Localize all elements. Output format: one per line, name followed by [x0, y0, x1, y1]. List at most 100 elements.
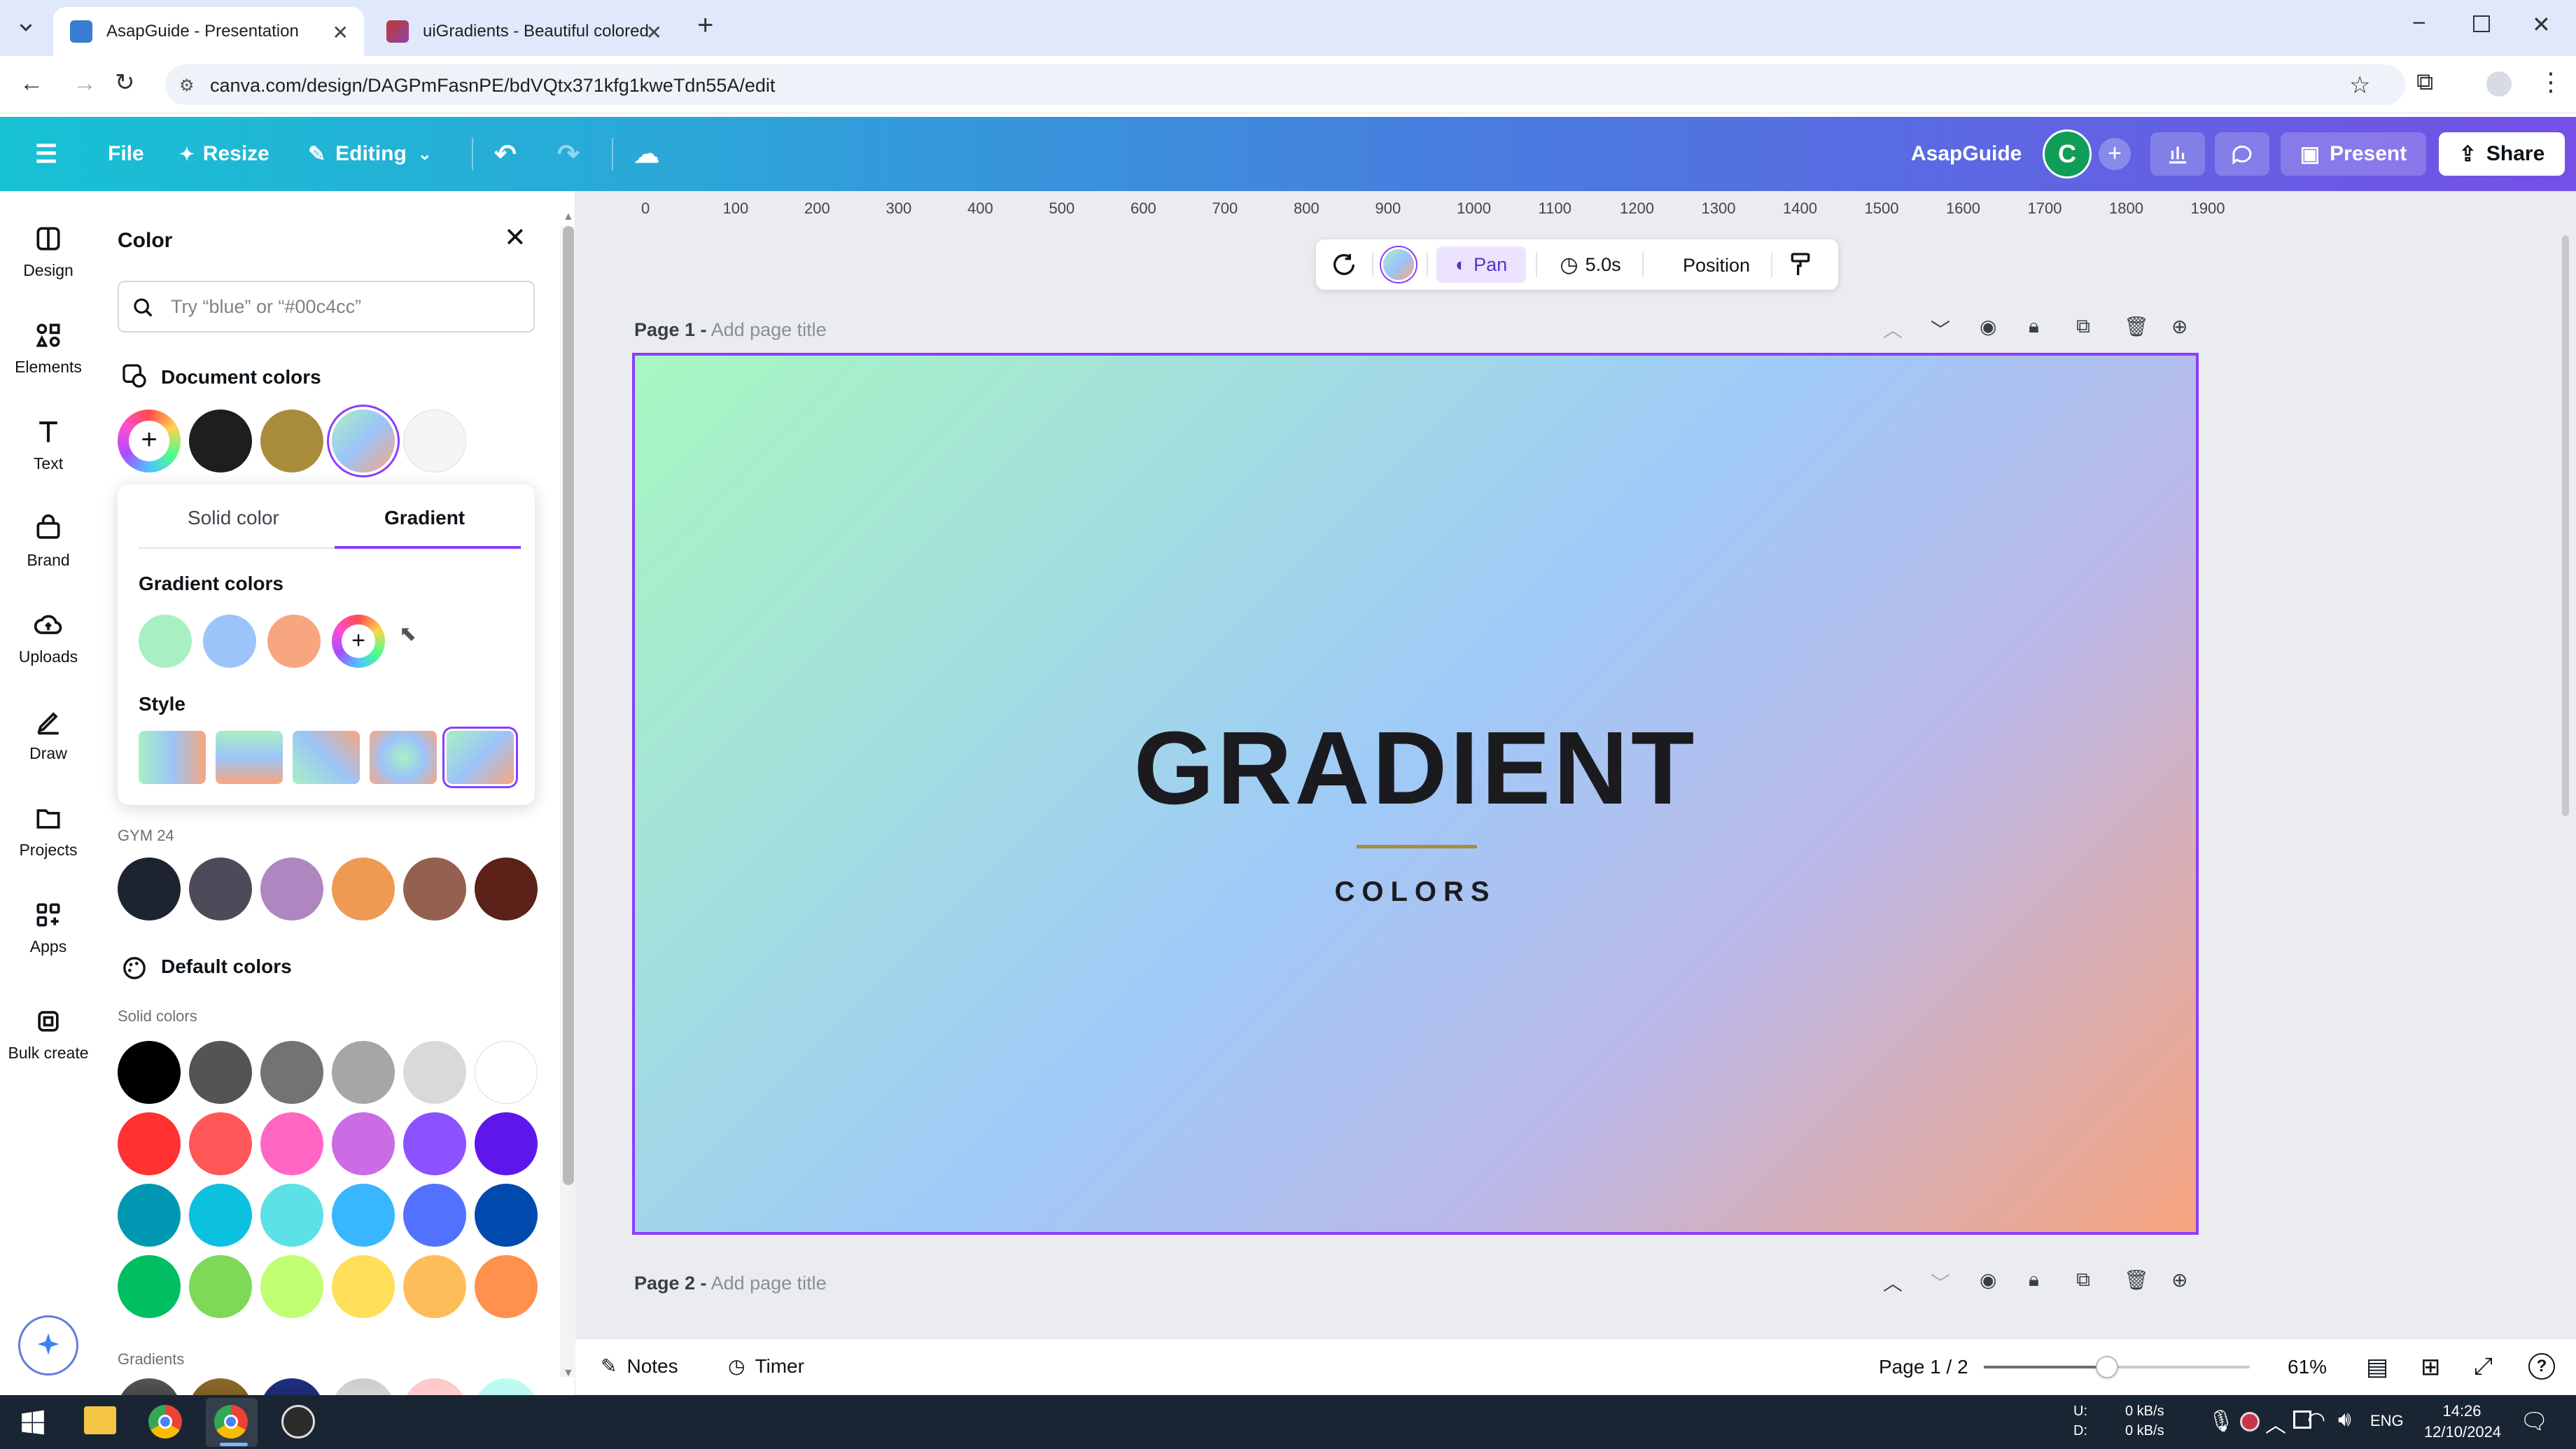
- gym-color-swatch[interactable]: [118, 858, 181, 920]
- sidebar-item-uploads[interactable]: Uploads: [0, 598, 97, 690]
- sidebar-item-text[interactable]: Text: [0, 405, 97, 496]
- back-icon[interactable]: ←: [20, 70, 43, 97]
- comments-button[interactable]: [2215, 132, 2269, 176]
- present-button[interactable]: ▣ Present: [2281, 132, 2426, 176]
- duplicate-page-icon[interactable]: ⧉: [2076, 315, 2090, 338]
- scroll-down-icon[interactable]: ▼: [563, 1367, 574, 1380]
- help-icon[interactable]: ?: [2528, 1353, 2555, 1380]
- gradient-stop-swatch[interactable]: [139, 615, 192, 668]
- gradient-swatch[interactable]: [475, 1378, 535, 1395]
- timer-button[interactable]: ◷ Timer: [728, 1354, 804, 1378]
- lock-page-icon[interactable]: 🔒︎: [2029, 315, 2039, 338]
- solid-color-swatch[interactable]: [475, 1184, 538, 1247]
- duration-button[interactable]: ◷ 5.0s: [1547, 246, 1634, 283]
- page-title-input[interactable]: Add page title: [711, 1273, 827, 1294]
- browser-tab[interactable]: uiGradients - Beautiful colored ✕: [370, 7, 678, 56]
- add-page-icon[interactable]: ⊕: [2171, 1268, 2188, 1292]
- add-color-button[interactable]: +: [118, 410, 181, 472]
- notifications-icon[interactable]: 🗨︎: [2520, 1408, 2549, 1434]
- wifi-icon[interactable]: ◠: [2307, 1408, 2325, 1432]
- solid-color-swatch[interactable]: [189, 1255, 252, 1318]
- gradient-swatch[interactable]: [403, 1378, 466, 1395]
- slide-page-1[interactable]: GRADIENT COLORS: [632, 353, 2199, 1235]
- solid-color-swatch[interactable]: [332, 1112, 395, 1175]
- copy-style-paint-roller-icon[interactable]: [1786, 251, 1814, 279]
- slide-title[interactable]: GRADIENT: [635, 709, 2196, 828]
- solid-color-swatch[interactable]: [403, 1041, 466, 1104]
- restore-icon[interactable]: [2473, 15, 2490, 32]
- color-search-input[interactable]: Try “blue” or “#00c4cc”: [118, 281, 535, 332]
- file-menu-button[interactable]: File: [108, 117, 144, 191]
- gradient-stop-swatch[interactable]: [267, 615, 321, 668]
- clock-time[interactable]: 14:26: [2423, 1402, 2500, 1420]
- gym-color-swatch[interactable]: [403, 858, 466, 920]
- close-tab-icon[interactable]: ✕: [332, 21, 349, 44]
- solid-color-swatch[interactable]: [118, 1041, 181, 1104]
- move-page-up-icon[interactable]: ︿: [1883, 1268, 1903, 1296]
- microphone-icon[interactable]: 🎙︎: [2208, 1409, 2234, 1434]
- delete-page-icon[interactable]: 🗑︎: [2124, 1268, 2149, 1292]
- undo-icon[interactable]: ↶: [494, 117, 517, 191]
- solid-color-swatch[interactable]: [260, 1041, 323, 1104]
- fullscreen-icon[interactable]: ⤢: [2474, 1353, 2493, 1380]
- move-page-down-icon[interactable]: ﹀: [1931, 315, 1950, 343]
- gradient-swatch[interactable]: [332, 1378, 395, 1395]
- team-name[interactable]: AsapGuide: [1911, 117, 2022, 191]
- solid-color-swatch[interactable]: [189, 1112, 252, 1175]
- address-bar[interactable]: ⚙ canva.com/design/DAGPmFasnPE/bdVQtx371…: [165, 64, 2405, 105]
- file-explorer-icon[interactable]: [84, 1406, 116, 1434]
- gym-color-swatch[interactable]: [475, 858, 538, 920]
- zoom-level[interactable]: 61%: [2288, 1356, 2327, 1378]
- solid-color-swatch[interactable]: [332, 1255, 395, 1318]
- gradient-swatch[interactable]: [189, 1378, 252, 1395]
- solid-color-swatch[interactable]: [189, 1041, 252, 1104]
- gradient-swatch[interactable]: [260, 1378, 323, 1395]
- zoom-slider-handle[interactable]: [2096, 1356, 2118, 1378]
- hide-page-icon[interactable]: ◉: [1980, 315, 1996, 338]
- add-collaborator-icon[interactable]: +: [2099, 138, 2131, 170]
- position-button[interactable]: Position: [1683, 255, 1750, 276]
- solid-color-swatch[interactable]: [260, 1184, 323, 1247]
- gym-color-swatch[interactable]: [260, 858, 323, 920]
- redo-icon[interactable]: ↷: [557, 117, 580, 191]
- url-text[interactable]: canva.com/design/DAGPmFasnPE/bdVQtx371kf…: [210, 75, 775, 97]
- slide-subtitle[interactable]: COLORS: [635, 876, 2196, 908]
- volume-icon[interactable]: 🔊︎: [2338, 1408, 2351, 1432]
- lock-page-icon[interactable]: 🔒︎: [2029, 1268, 2039, 1292]
- move-page-down-icon[interactable]: ﹀: [1931, 1268, 1950, 1296]
- close-panel-icon[interactable]: ✕: [504, 222, 526, 253]
- tab-search-icon[interactable]: [15, 17, 36, 38]
- solid-color-swatch[interactable]: [332, 1041, 395, 1104]
- document-color-swatch[interactable]: [260, 410, 323, 472]
- gym-color-swatch[interactable]: [189, 858, 252, 920]
- document-color-swatch[interactable]: [403, 410, 466, 472]
- minimize-icon[interactable]: −: [2412, 10, 2426, 37]
- gradient-style-radial[interactable]: [370, 731, 437, 784]
- notes-button[interactable]: ✎ Notes: [601, 1354, 678, 1378]
- animate-icon[interactable]: [1330, 251, 1358, 279]
- tab-solid-color[interactable]: Solid color: [188, 507, 279, 529]
- extensions-icon[interactable]: ⧉: [2416, 69, 2444, 97]
- solid-color-swatch[interactable]: [475, 1255, 538, 1318]
- solid-color-swatch[interactable]: [475, 1112, 538, 1175]
- solid-color-swatch[interactable]: [260, 1112, 323, 1175]
- sidebar-item-design[interactable]: Design: [0, 212, 97, 303]
- document-color-swatch[interactable]: [189, 410, 252, 472]
- page-indicator[interactable]: Page 1 / 2: [1879, 1356, 1968, 1378]
- pan-animation-button[interactable]: ◐ Pan: [1436, 246, 1526, 283]
- main-menu-icon[interactable]: ☰: [35, 117, 57, 191]
- duplicate-page-icon[interactable]: ⧉: [2076, 1268, 2090, 1292]
- tab-gradient[interactable]: Gradient: [384, 507, 465, 529]
- new-tab-icon[interactable]: +: [697, 10, 713, 41]
- gym-color-swatch[interactable]: [332, 858, 395, 920]
- show-hidden-icons-icon[interactable]: ︿: [2265, 1408, 2286, 1438]
- pages-view-icon[interactable]: ▤: [2366, 1353, 2388, 1381]
- sidebar-item-bulk-create[interactable]: Bulk create: [0, 995, 97, 1086]
- solid-color-swatch[interactable]: [403, 1255, 466, 1318]
- solid-color-swatch[interactable]: [332, 1184, 395, 1247]
- browser-menu-icon[interactable]: ⋮: [2538, 67, 2563, 97]
- solid-color-swatch[interactable]: [189, 1184, 252, 1247]
- editing-mode-button[interactable]: ✎ Editing ⌄: [308, 117, 432, 191]
- avatar[interactable]: C: [2043, 130, 2092, 178]
- scrollbar-thumb[interactable]: [563, 226, 574, 1185]
